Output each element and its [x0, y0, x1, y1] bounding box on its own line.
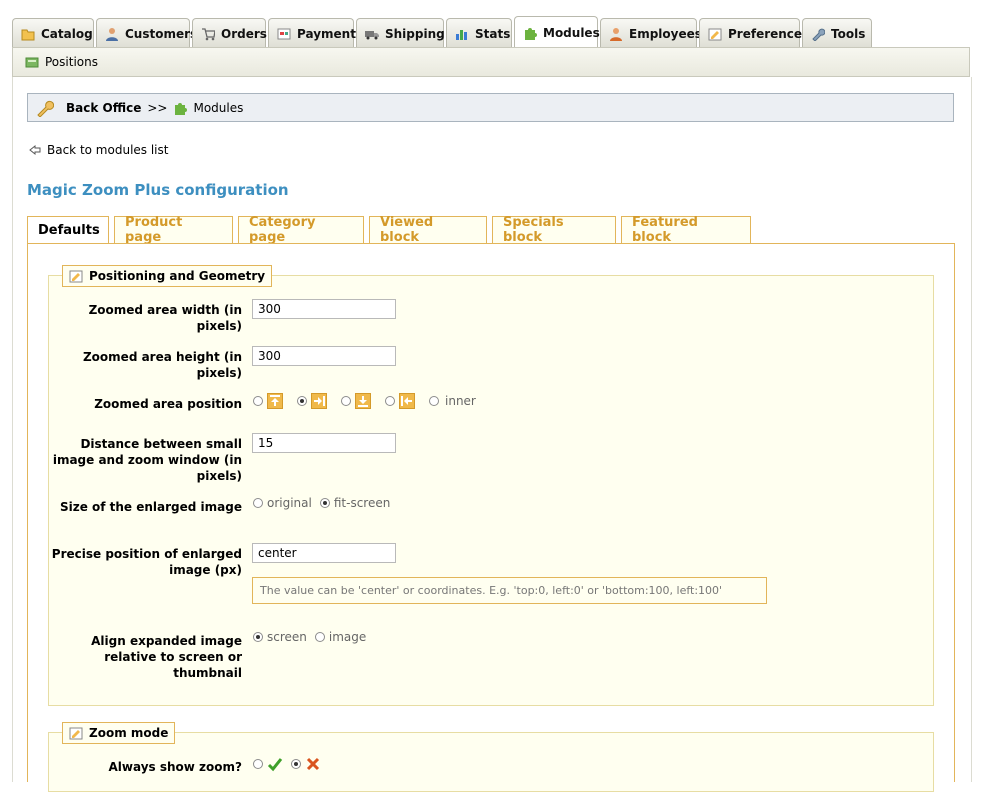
puzzle-icon: [523, 26, 537, 40]
payment-icon: [277, 27, 291, 41]
tab-shipping[interactable]: Shipping: [356, 18, 445, 48]
always-zoom-yes-radio[interactable]: [253, 759, 263, 769]
align-label: Align expanded image relative to screen …: [91, 634, 242, 680]
back-to-modules-link[interactable]: Back to modules list: [29, 143, 168, 157]
breadcrumb-root[interactable]: Back Office: [66, 101, 141, 115]
breadcrumb: Back Office >> Modules: [27, 93, 954, 122]
tab-tools[interactable]: Tools: [802, 18, 872, 48]
puzzle-icon: [173, 101, 188, 115]
position-top-icon: [267, 393, 283, 409]
size-fit-screen-radio[interactable]: [319, 498, 330, 508]
align-options: screen image: [253, 630, 366, 644]
edit-icon: [69, 269, 83, 283]
page-title: Magic Zoom Plus configuration: [27, 181, 289, 199]
tab-catalog[interactable]: Catalog: [12, 18, 94, 48]
zoom-height-label: Zoomed area height (in pixels): [82, 350, 242, 380]
tab-label: Shipping: [385, 26, 445, 41]
check-icon: [267, 756, 283, 772]
always-show-zoom-label: Always show zoom?: [108, 760, 243, 774]
breadcrumb-separator: >>: [147, 100, 168, 115]
customer-icon: [105, 27, 119, 41]
cart-icon: [201, 27, 216, 41]
tab-label: Preferences: [728, 26, 810, 41]
zoom-width-input[interactable]: [252, 299, 396, 319]
align-screen-label: screen: [267, 630, 307, 644]
position-right-radio[interactable]: [297, 396, 307, 406]
back-link-label: Back to modules list: [47, 143, 169, 157]
back-arrow-icon: [29, 144, 41, 156]
zoom-width-label: Zoomed area width (in pixels): [88, 303, 242, 333]
cross-icon: [305, 756, 321, 772]
tab-defaults[interactable]: Defaults: [27, 216, 109, 244]
tab-label: Catalog: [41, 26, 93, 41]
enlarged-size-options: original fit-screen: [253, 496, 390, 510]
tab-label: Customers: [125, 26, 198, 41]
tab-label: Tools: [831, 26, 866, 41]
align-screen-radio[interactable]: [253, 632, 263, 642]
config-tabs: Defaults Product page Category page View…: [27, 215, 756, 245]
size-original-radio[interactable]: [253, 498, 263, 508]
position-left-icon: [399, 393, 415, 409]
edit-icon: [69, 726, 83, 740]
folder-icon: [21, 27, 35, 41]
top-tabs: Catalog Customers Orders Payment Shippin…: [12, 16, 874, 48]
size-original-label: original: [267, 496, 312, 510]
zoom-position-label: Zoomed area position: [94, 397, 242, 411]
truck-icon: [365, 27, 379, 41]
tab-specials-block[interactable]: Specials block: [492, 215, 616, 245]
submenu-positions[interactable]: Positions: [45, 55, 98, 69]
tab-category-page[interactable]: Category page: [238, 215, 364, 245]
align-image-label: image: [328, 630, 367, 644]
enlarged-size-label: Size of the enlarged image: [59, 500, 242, 514]
tab-viewed-block[interactable]: Viewed block: [369, 215, 487, 245]
size-fit-screen-label: fit-screen: [333, 496, 391, 510]
tab-featured-block[interactable]: Featured block: [621, 215, 751, 245]
tab-orders[interactable]: Orders: [192, 18, 267, 48]
zoom-position-options: inner: [253, 393, 476, 409]
tab-preferences[interactable]: Preferences: [699, 18, 809, 48]
align-image-radio[interactable]: [314, 632, 325, 642]
precise-position-label: Precise position of enlarged image (px): [51, 547, 242, 577]
position-bottom-radio[interactable]: [341, 396, 351, 406]
tab-payment[interactable]: Payment: [268, 18, 356, 48]
tab-label: Orders: [221, 26, 267, 41]
tab-employees[interactable]: Employees: [600, 18, 702, 48]
positions-icon: [25, 55, 39, 69]
sub-menu-bar: Positions: [12, 47, 970, 77]
position-left-radio[interactable]: [385, 396, 395, 406]
breadcrumb-current: Modules: [193, 100, 244, 115]
tab-stats[interactable]: Stats: [446, 18, 512, 48]
always-show-zoom-options: [253, 756, 321, 772]
tab-customers[interactable]: Customers: [96, 18, 197, 48]
tab-label: Employees: [629, 26, 702, 41]
tab-label: Modules: [543, 25, 600, 40]
position-inner-label: inner: [445, 394, 476, 408]
tab-product-page[interactable]: Product page: [114, 215, 233, 245]
distance-input[interactable]: [252, 433, 396, 453]
tab-label: Payment: [297, 26, 356, 41]
employee-icon: [609, 27, 623, 41]
preferences-icon: [708, 27, 722, 41]
precise-position-input[interactable]: [252, 543, 396, 563]
tab-modules[interactable]: Modules: [514, 16, 600, 48]
position-top-radio[interactable]: [253, 396, 263, 406]
section-title-zoom-mode: Zoom mode: [62, 722, 176, 744]
section-title-positioning: Positioning and Geometry: [62, 265, 273, 287]
wrench-icon: [36, 99, 55, 118]
position-inner-radio[interactable]: [429, 396, 439, 406]
position-bottom-icon: [355, 393, 371, 409]
distance-label: Distance between small image and zoom wi…: [52, 437, 242, 483]
position-right-icon: [311, 393, 327, 409]
precise-position-hint: The value can be 'center' or coordinates…: [252, 577, 767, 604]
tab-label: Stats: [475, 26, 511, 41]
zoom-height-input[interactable]: [252, 346, 396, 366]
wrench-icon: [811, 27, 826, 42]
always-zoom-no-radio[interactable]: [291, 759, 301, 769]
stats-icon: [455, 27, 469, 41]
